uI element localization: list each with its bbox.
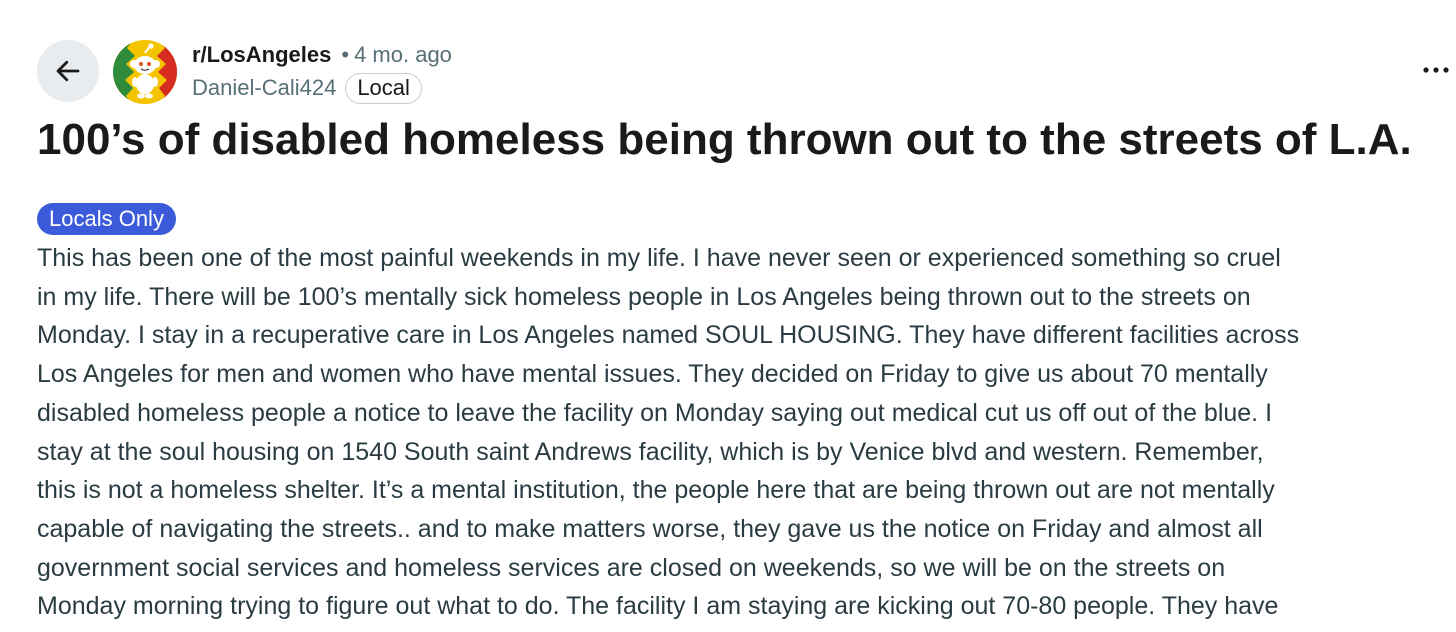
arrow-left-icon [56, 60, 80, 82]
post-title[interactable]: 100’s of disabled homeless being thrown … [37, 108, 1437, 172]
post-body: This has been one of the most painful we… [37, 239, 1456, 626]
body-line: government social services and homeless … [37, 553, 1226, 582]
more-horizontal-icon [1423, 67, 1449, 73]
body-line: this is not a homeless shelter. It’s a m… [37, 476, 1275, 505]
author-name[interactable]: Daniel-Cali424 [192, 75, 336, 101]
body-line: capable of navigating the streets.. and … [37, 514, 1263, 543]
body-line: in my life. There will be 100’s mentally… [37, 282, 1251, 311]
snoo-avatar-icon [113, 40, 177, 104]
overflow-menu-button[interactable] [1418, 52, 1454, 88]
meta-separator: • [341, 42, 350, 67]
back-button[interactable] [37, 40, 99, 102]
body-line: Monday morning trying to figure out what… [37, 592, 1279, 621]
body-line: Monday. I stay in a recuperative care in… [37, 321, 1300, 350]
post-age: 4 mo. ago [354, 42, 452, 67]
body-line: stay at the soul housing on 1540 South s… [37, 437, 1264, 466]
subreddit-name[interactable]: r/LosAngeles [192, 42, 331, 68]
subreddit-avatar[interactable] [113, 40, 177, 104]
post-meta-top: r/LosAngeles • 4 mo. ago [192, 40, 452, 70]
author-flair: Local [345, 72, 422, 104]
body-line: Los Angeles for men and women who have m… [37, 360, 1268, 389]
body-line: This has been one of the most painful we… [37, 244, 1281, 272]
post-flair[interactable]: Locals Only [37, 203, 176, 235]
post-meta-bottom: Daniel-Cali424 Local [192, 71, 422, 105]
body-line: disabled homeless people a notice to lea… [37, 398, 1273, 427]
